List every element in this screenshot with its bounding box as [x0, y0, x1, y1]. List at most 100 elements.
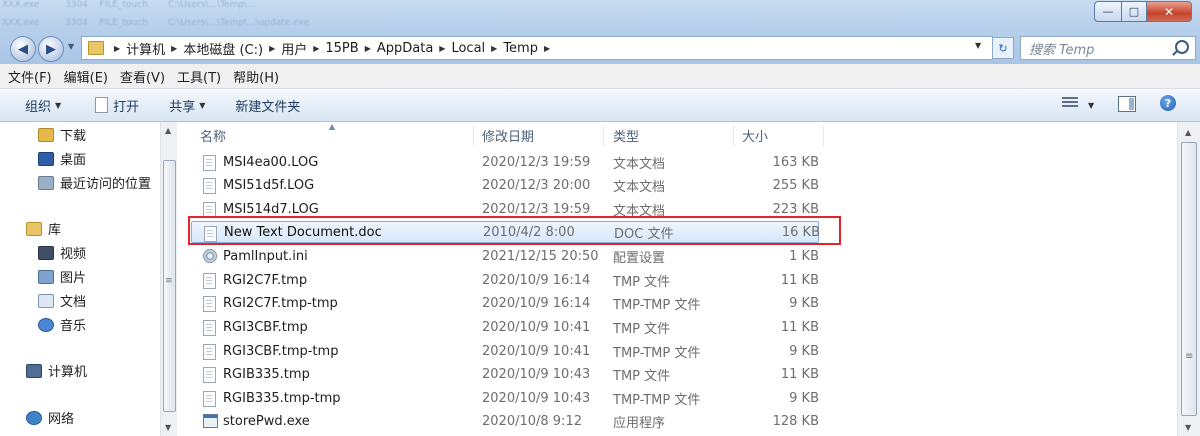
chevron-right-icon[interactable]: ▶ — [171, 44, 177, 53]
file-name: MSI51d5f.LOG — [223, 177, 315, 193]
nav-item-music[interactable]: 音乐 — [38, 315, 86, 334]
scrollbar-thumb[interactable] — [1181, 142, 1197, 416]
table-row[interactable]: RGIB335.tmp-tmp 2020/10/9 10:43 TMP-TMP … — [191, 387, 819, 409]
table-row[interactable]: RGIB335.tmp 2020/10/9 10:43 TMP 文件 11 KB — [191, 363, 819, 385]
file-date: 2020/10/9 10:41 — [482, 319, 591, 335]
forward-button[interactable]: ▶ — [38, 36, 64, 62]
nav-item-computer[interactable]: 计算机 — [26, 361, 87, 380]
nav-item-recent-places[interactable]: 最近访问的位置 — [38, 173, 151, 192]
text-file-icon — [203, 155, 216, 171]
menu-help[interactable]: 帮助(H) — [227, 67, 285, 86]
nav-item-network[interactable]: 网络 — [26, 408, 74, 427]
nav-item-downloads[interactable]: 下载 — [38, 125, 86, 144]
table-row[interactable]: RGI2C7F.tmp 2020/10/9 16:14 TMP 文件 11 KB — [191, 269, 819, 291]
breadcrumb-15pb[interactable]: 15PB — [325, 41, 358, 56]
search-icon[interactable] — [1175, 40, 1189, 54]
new-folder-button[interactable]: 新建文件夹 — [235, 96, 300, 115]
sort-ascending-icon: ▲ — [329, 122, 336, 131]
search-input[interactable]: 搜索 Temp — [1020, 36, 1196, 60]
scrollbar-thumb[interactable] — [163, 160, 176, 412]
column-header-name[interactable]: 名称 — [200, 122, 226, 148]
breadcrumb-users[interactable]: 用户 — [281, 39, 307, 58]
view-options-icon[interactable] — [1062, 97, 1078, 109]
refresh-button[interactable]: ↻ — [992, 37, 1014, 59]
view-dropdown-icon[interactable]: ▼ — [1088, 101, 1094, 110]
chevron-right-icon[interactable]: ▶ — [313, 44, 319, 53]
table-row[interactable]: MSI51d5f.LOG 2020/12/3 20:00 文本文档 255 KB — [191, 174, 819, 196]
column-divider[interactable] — [473, 126, 474, 146]
column-divider[interactable] — [603, 126, 604, 146]
network-icon — [26, 410, 42, 425]
column-divider[interactable] — [823, 126, 824, 146]
window-controls: — □ ✕ — [1094, 1, 1192, 22]
menu-tools[interactable]: 工具(T) — [171, 67, 227, 86]
table-row[interactable]: RGI3CBF.tmp-tmp 2020/10/9 10:41 TMP-TMP … — [191, 340, 819, 362]
chevron-right-icon[interactable]: ▶ — [439, 44, 445, 53]
file-list-scrollbar[interactable]: ▲ ▼ — [1177, 122, 1200, 436]
file-size: 11 KB — [780, 366, 819, 382]
nav-item-pictures[interactable]: 图片 — [38, 267, 86, 286]
table-row[interactable]: storePwd.exe 2020/10/8 9:12 应用程序 128 KB — [191, 410, 819, 432]
chevron-right-icon[interactable]: ▶ — [544, 44, 550, 53]
share-button[interactable]: 共享 ▼ — [169, 96, 205, 115]
file-size: 11 KB — [780, 319, 819, 335]
preview-pane-icon[interactable] — [1118, 96, 1136, 112]
nav-item-desktop[interactable]: 桌面 — [38, 149, 86, 168]
organize-button[interactable]: 组织 ▼ — [25, 96, 61, 115]
address-history-dropdown[interactable]: ▼ — [975, 41, 981, 50]
chevron-right-icon[interactable]: ▶ — [491, 44, 497, 53]
file-type: TMP-TMP 文件 — [613, 297, 701, 313]
table-row[interactable]: PamlInput.ini 2021/12/15 20:50 配置设置 1 KB — [191, 245, 819, 267]
table-row[interactable]: RGI3CBF.tmp 2020/10/9 10:41 TMP 文件 11 KB — [191, 316, 819, 338]
scroll-down-icon[interactable]: ▼ — [1185, 423, 1191, 432]
file-date: 2020/10/9 16:14 — [482, 295, 591, 311]
address-bar[interactable]: ▶ 计算机 ▶ 本地磁盘 (C:) ▶ 用户 ▶ 15PB ▶ AppData … — [81, 36, 993, 60]
menu-edit[interactable]: 编辑(E) — [58, 67, 114, 86]
breadcrumb-local[interactable]: Local — [451, 41, 485, 56]
back-button[interactable]: ◀ — [10, 36, 36, 62]
menu-file[interactable]: 文件(F) — [0, 67, 58, 86]
nav-item-documents[interactable]: 文档 — [38, 291, 86, 310]
scroll-down-icon[interactable]: ▼ — [165, 423, 171, 432]
refresh-icon: ↻ — [998, 41, 1008, 55]
file-date: 2020/12/3 19:59 — [482, 201, 591, 217]
column-divider[interactable] — [733, 126, 734, 146]
column-header-date[interactable]: 修改日期 — [482, 122, 534, 148]
close-button[interactable]: ✕ — [1147, 1, 1192, 22]
chevron-right-icon[interactable]: ▶ — [114, 44, 120, 53]
nav-label: 下载 — [60, 129, 87, 144]
breadcrumb-appdata[interactable]: AppData — [377, 41, 433, 56]
search-placeholder: 搜索 Temp — [1029, 42, 1095, 58]
breadcrumb-computer[interactable]: 计算机 — [126, 39, 165, 58]
scroll-up-icon[interactable]: ▲ — [165, 126, 171, 135]
chevron-down-icon: ▼ — [199, 100, 206, 110]
nav-label: 音乐 — [60, 319, 87, 334]
file-type: TMP 文件 — [613, 274, 671, 290]
breadcrumb-temp[interactable]: Temp — [503, 41, 538, 56]
column-header-type[interactable]: 类型 — [613, 122, 639, 148]
minimize-button[interactable]: — — [1094, 1, 1122, 22]
nav-item-videos[interactable]: 视频 — [38, 243, 86, 262]
forward-arrow-icon: ▶ — [46, 41, 56, 57]
table-row[interactable]: MSI4ea00.LOG 2020/12/3 19:59 文本文档 163 KB — [191, 151, 819, 173]
breadcrumb-local-disk[interactable]: 本地磁盘 (C:) — [183, 39, 263, 58]
file-type: 配置设置 — [613, 250, 666, 266]
chevron-right-icon[interactable]: ▶ — [269, 44, 275, 53]
nav-item-libraries[interactable]: 库 — [26, 219, 61, 238]
column-header-size[interactable]: 大小 — [742, 122, 768, 148]
file-type: 文本文档 — [613, 179, 666, 195]
recent-pages-dropdown[interactable]: ▼ — [68, 42, 74, 51]
maximize-button[interactable]: □ — [1122, 1, 1147, 22]
file-name: RGI3CBF.tmp-tmp — [223, 343, 339, 359]
chevron-right-icon[interactable]: ▶ — [365, 44, 371, 53]
menu-view[interactable]: 查看(V) — [114, 67, 171, 86]
organize-label: 组织 — [25, 99, 52, 115]
table-row[interactable]: RGI2C7F.tmp-tmp 2020/10/9 16:14 TMP-TMP … — [191, 292, 819, 314]
column-name-label: 名称 — [200, 129, 227, 145]
file-date: 2020/10/9 10:43 — [482, 390, 591, 406]
navigation-scrollbar[interactable]: ▲ ▼ — [160, 122, 177, 436]
open-button[interactable]: 打开 — [95, 96, 139, 115]
help-icon[interactable]: ? — [1160, 95, 1176, 111]
file-size: 9 KB — [789, 295, 819, 311]
scroll-up-icon[interactable]: ▲ — [1185, 128, 1191, 137]
